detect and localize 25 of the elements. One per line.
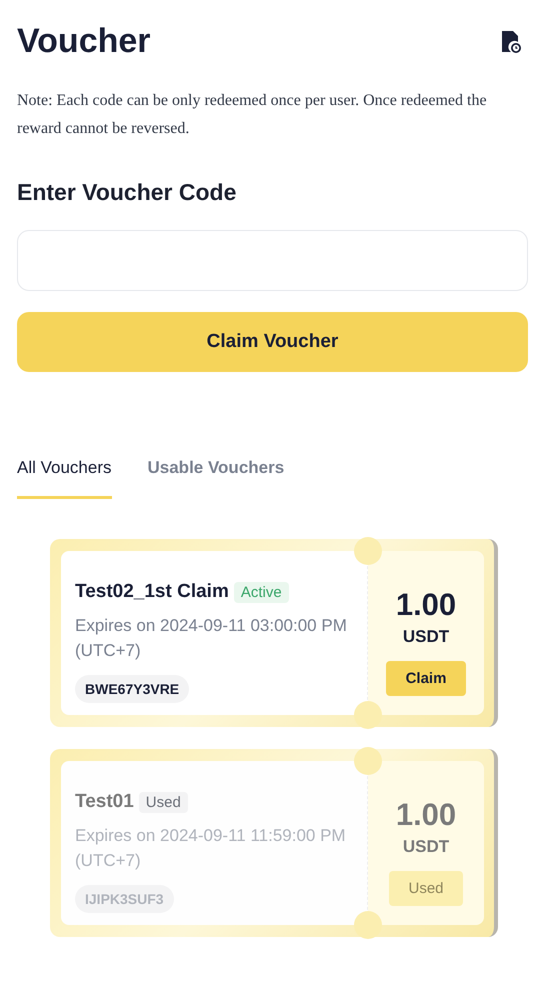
voucher-code: IJIPK3SUF3 [75,885,174,913]
claim-voucher-button[interactable]: Claim Voucher [17,312,528,372]
voucher-name: Test02_1st Claim [75,581,229,603]
currency-text: USDT [402,627,450,647]
ticket-notch [354,537,382,565]
status-badge: Active [234,582,289,602]
ticket-notch [354,701,382,729]
currency-text: USDT [402,837,450,857]
section-heading: Enter Voucher Code [17,179,238,206]
amount-text: 1.00 [396,797,456,833]
ticket-notch [354,911,382,939]
page-title: Voucher [17,22,151,61]
voucher-name: Test01 [75,791,134,813]
history-icon[interactable] [500,30,522,54]
amount-text: 1.00 [396,587,456,623]
status-badge: Used [138,792,188,812]
expiry-text: Expires on 2024-09-11 11:59:00 PM (UTC+7) [75,825,347,872]
claim-button[interactable]: Claim [386,661,466,696]
voucher-code: BWE67Y3VRE [75,675,190,703]
expiry-text: Expires on 2024-09-11 03:00:00 PM (UTC+7) [75,615,348,662]
ticket-notch [354,747,382,775]
note-text: Note: Each code can be only redeemed once per user. Once redeemed the reward cannot be reversed. [17,91,488,139]
tab[interactable]: Usable Vouchers [148,458,284,499]
voucher-code-field[interactable] [17,230,528,291]
tab[interactable]: All Vouchers [17,458,112,499]
